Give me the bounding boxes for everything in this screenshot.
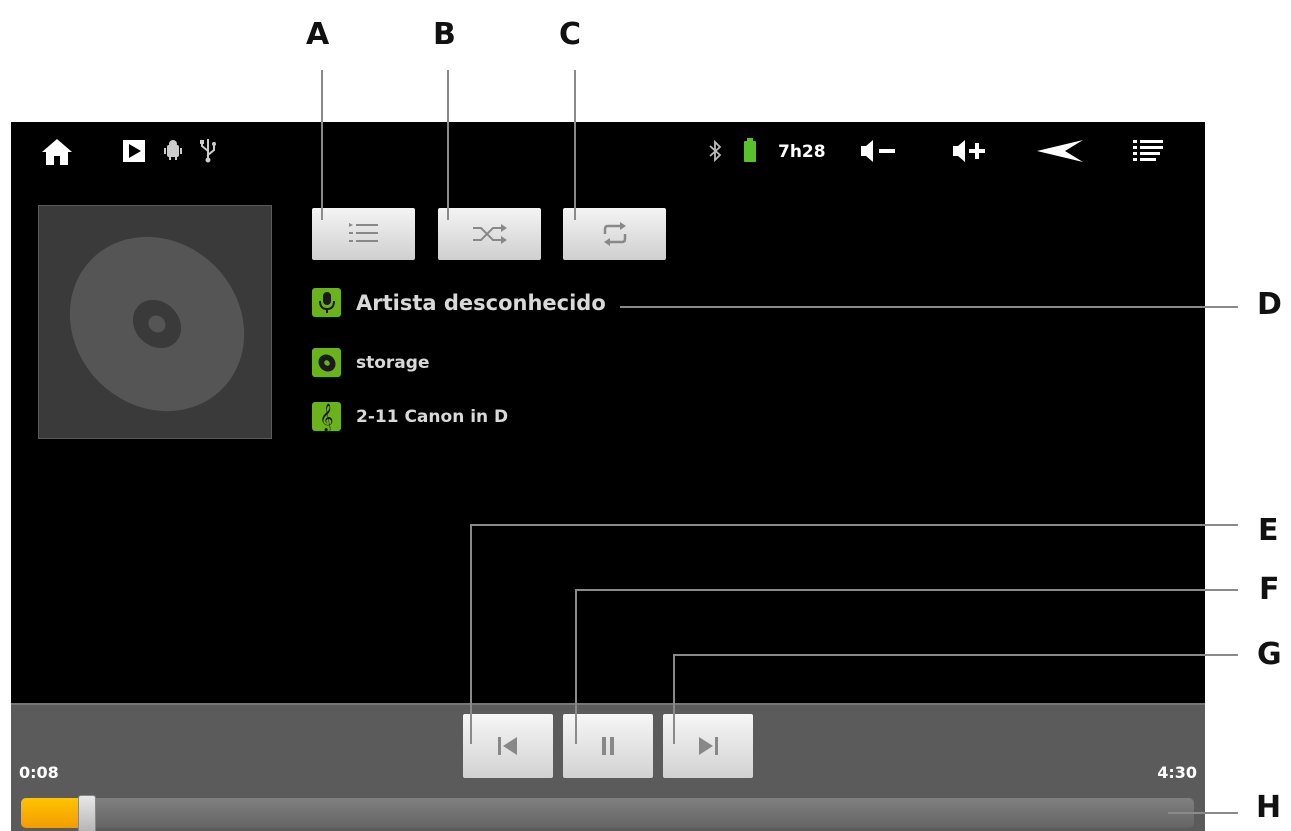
callout-line-f-h — [575, 589, 1238, 591]
callout-line-h — [1168, 812, 1238, 814]
previous-icon — [498, 737, 517, 755]
callout-h: H — [1256, 790, 1282, 825]
callout-e: E — [1258, 513, 1279, 548]
total-duration: 4:30 — [1157, 763, 1197, 782]
next-button[interactable] — [663, 714, 753, 778]
media-play-icon — [121, 138, 147, 164]
callout-line-d — [620, 306, 1238, 308]
pause-icon — [602, 737, 614, 755]
artist-row: Artista desconhecido — [312, 288, 606, 317]
callout-line-f-v — [575, 589, 577, 744]
album-disc-icon — [312, 348, 341, 377]
callout-g: G — [1257, 637, 1282, 672]
callout-a: A — [306, 17, 330, 52]
menu-icon[interactable] — [1130, 136, 1166, 166]
playback-panel: 0:08 4:30 — [11, 703, 1205, 831]
album-name: storage — [356, 352, 430, 373]
playlist-icon — [348, 223, 378, 242]
callout-line-e-v — [470, 524, 472, 744]
album-art — [38, 205, 272, 439]
song-row: 𝄞 2-11 Canon in D — [312, 402, 508, 431]
playlist-button[interactable] — [312, 208, 415, 260]
callout-d: D — [1257, 287, 1282, 322]
seek-thumb[interactable] — [78, 795, 96, 831]
elapsed-time: 0:08 — [19, 763, 59, 782]
callout-line-a — [321, 70, 323, 220]
shuffle-button[interactable] — [438, 208, 541, 260]
cd-disc-icon — [69, 236, 245, 412]
repeat-button[interactable] — [563, 208, 666, 260]
callout-c: C — [559, 17, 582, 52]
callout-line-g-v — [673, 654, 675, 744]
volume-up-icon[interactable] — [948, 136, 994, 166]
artist-name: Artista desconhecido — [356, 290, 606, 315]
usb-icon — [197, 136, 219, 164]
callout-line-e-h — [470, 524, 1238, 526]
battery-time: 7h28 — [778, 142, 826, 162]
next-icon — [699, 737, 718, 755]
song-title: 2-11 Canon in D — [356, 406, 509, 427]
treble-clef-icon: 𝄞 — [312, 402, 341, 431]
back-icon[interactable] — [1034, 136, 1086, 166]
status-bar: 7h28 — [11, 122, 1205, 180]
seek-progress — [21, 798, 82, 828]
home-icon[interactable] — [39, 136, 75, 168]
android-debug-icon — [161, 138, 185, 162]
callout-line-g-h — [673, 654, 1238, 656]
battery-icon — [742, 136, 758, 164]
music-player-screen: 7h28 Artista desconhecido storage 𝄞 2-11… — [11, 122, 1205, 831]
microphone-icon — [312, 288, 341, 317]
volume-down-icon[interactable] — [856, 136, 902, 166]
repeat-icon — [603, 222, 626, 246]
previous-button[interactable] — [463, 714, 553, 778]
callout-line-c — [574, 70, 576, 220]
shuffle-icon — [472, 224, 507, 244]
seek-bar[interactable] — [21, 795, 1194, 831]
callout-line-b — [447, 70, 449, 220]
bluetooth-icon — [706, 138, 724, 164]
album-row: storage — [312, 348, 429, 377]
callout-f: F — [1259, 572, 1280, 607]
callout-b: B — [433, 17, 456, 52]
